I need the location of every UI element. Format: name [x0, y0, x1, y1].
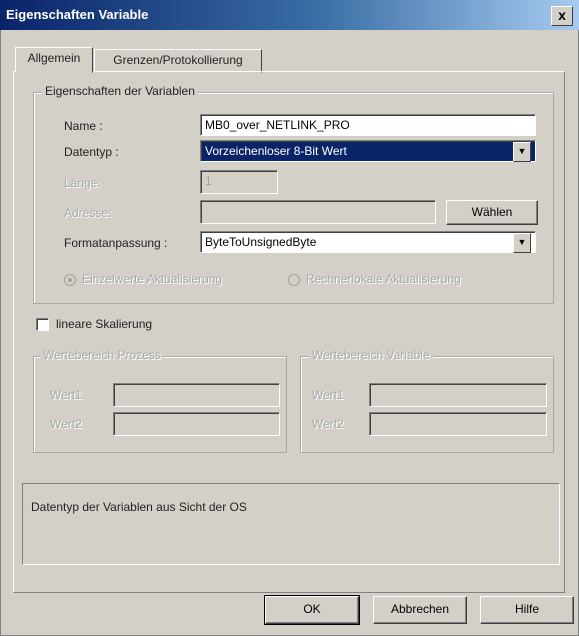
range-process-value2-label: Wert2 [50, 417, 82, 431]
close-button[interactable]: x [551, 6, 573, 26]
properties-group-legend: Eigenschaften der Variablen [42, 84, 198, 98]
range-process-value1-input[interactable] [113, 383, 280, 407]
radio-local-update[interactable] [288, 274, 300, 286]
choose-button[interactable]: Wählen [446, 200, 538, 225]
format-label: Formatanpassung : [64, 236, 168, 250]
tab-grenzen-protokollierung[interactable]: Grenzen/Protokollierung [94, 49, 262, 73]
length-input[interactable]: 1 [200, 170, 278, 194]
range-process-legend: Wertebereich Prozess [40, 348, 164, 362]
linear-scaling-checkbox[interactable] [36, 318, 49, 331]
radio-single-update-label: Einzelwerte Aktualisierung [82, 272, 223, 286]
range-variable-value2-label: Wert2 [312, 417, 344, 431]
format-dropdown-button[interactable]: ▼ [513, 233, 531, 253]
range-process-value2-input[interactable] [113, 412, 280, 436]
range-process-value1-label: Wert1 [50, 388, 82, 402]
linear-scaling-label: lineare Skalierung [56, 317, 153, 331]
format-selected-value: ByteToUnsignedByte [205, 235, 317, 249]
name-input[interactable]: MB0_over_NETLINK_PRO [200, 114, 536, 136]
name-label: Name : [64, 119, 103, 133]
length-label: Länge: [64, 176, 101, 190]
radio-local-update-label: Rechnerlokale Aktualisierung [306, 272, 461, 286]
ok-button[interactable]: OK [264, 595, 360, 625]
help-button[interactable]: Hilfe [480, 596, 574, 624]
range-variable-value2-input[interactable] [369, 412, 547, 436]
tab-allgemein[interactable]: Allgemein [15, 47, 93, 73]
datatype-selected-value: Vorzeichenloser 8-Bit Wert [205, 144, 347, 158]
description-text: Datentyp der Variablen aus Sicht der OS [31, 500, 247, 514]
description-panel: Datentyp der Variablen aus Sicht der OS [22, 483, 560, 565]
radio-selected-dot [68, 278, 72, 282]
cancel-button[interactable]: Abbrechen [373, 596, 467, 624]
datatype-label: Datentyp : [64, 145, 119, 159]
chevron-down-icon: ▼ [517, 146, 527, 156]
range-variable-legend: Wertebereich Variable [309, 348, 433, 362]
address-input[interactable] [200, 200, 436, 224]
window-title: Eigenschaften Variable [6, 7, 149, 22]
datatype-dropdown-button[interactable]: ▼ [513, 142, 531, 162]
chevron-down-icon: ▼ [517, 237, 527, 247]
range-variable-value1-input[interactable] [369, 383, 547, 407]
address-label: Adresse: [64, 206, 112, 220]
radio-single-update[interactable] [64, 274, 76, 286]
datatype-select[interactable]: Vorzeichenloser 8-Bit Wert [200, 140, 536, 162]
format-select[interactable]: ByteToUnsignedByte [200, 231, 536, 253]
range-variable-value1-label: Wert1 [312, 388, 344, 402]
